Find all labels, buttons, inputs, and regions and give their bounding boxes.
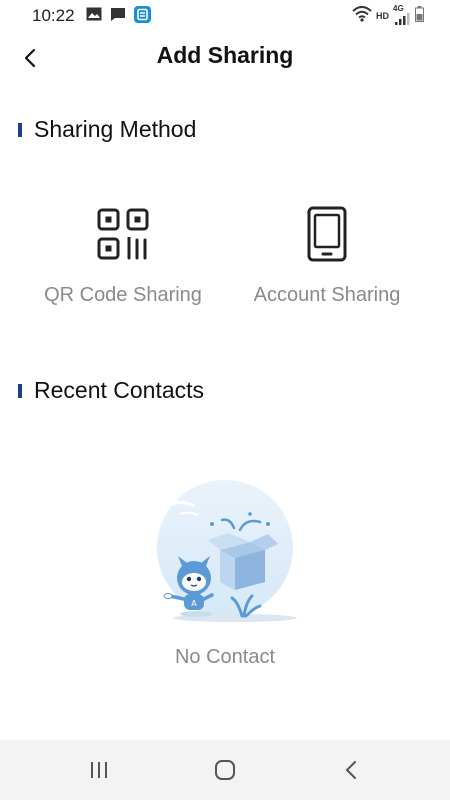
wifi-icon <box>352 5 372 27</box>
qr-code-sharing-label: QR Code Sharing <box>44 284 202 306</box>
signal-icon: 4G <box>393 4 411 25</box>
home-icon <box>215 760 235 780</box>
recents-icon <box>91 762 107 778</box>
message-icon <box>110 7 126 27</box>
section-recent-contacts: Recent Contacts <box>18 377 204 404</box>
empty-state-text: No Contact <box>174 646 276 668</box>
back-icon <box>346 761 356 779</box>
recents-button[interactable] <box>69 754 129 786</box>
image-icon <box>86 7 102 26</box>
home-button[interactable] <box>195 754 255 786</box>
account-sharing-label: Account Sharing <box>253 284 401 306</box>
section-title-recent-contacts: Recent Contacts <box>34 377 205 403</box>
network-hd-label: HD <box>376 11 389 21</box>
phone-icon <box>300 204 354 264</box>
network-type-label: 4G <box>393 4 404 13</box>
section-accent-bar <box>18 122 22 137</box>
battery-icon <box>415 5 424 27</box>
qr-code-icon <box>96 204 150 264</box>
section-accent-bar <box>18 383 22 398</box>
app-badge-icon <box>134 6 151 28</box>
qr-code-sharing-option[interactable]: QR Code Sharing <box>23 204 223 324</box>
section-sharing-method: Sharing Method <box>18 116 196 143</box>
status-time: 10:22 <box>32 6 75 25</box>
nav-back-button[interactable] <box>321 754 381 786</box>
header: Add Sharing <box>0 32 450 84</box>
status-right: HD 4G <box>352 4 424 27</box>
section-title-sharing-method: Sharing Method <box>34 116 197 142</box>
status-bar: 10:22 HD 4G <box>0 0 450 32</box>
page-title: Add Sharing <box>156 42 294 68</box>
system-nav-bar <box>0 740 450 800</box>
account-sharing-option[interactable]: Account Sharing <box>227 204 427 324</box>
empty-box-illustration: A <box>150 478 300 628</box>
svg-text:A: A <box>191 599 197 608</box>
